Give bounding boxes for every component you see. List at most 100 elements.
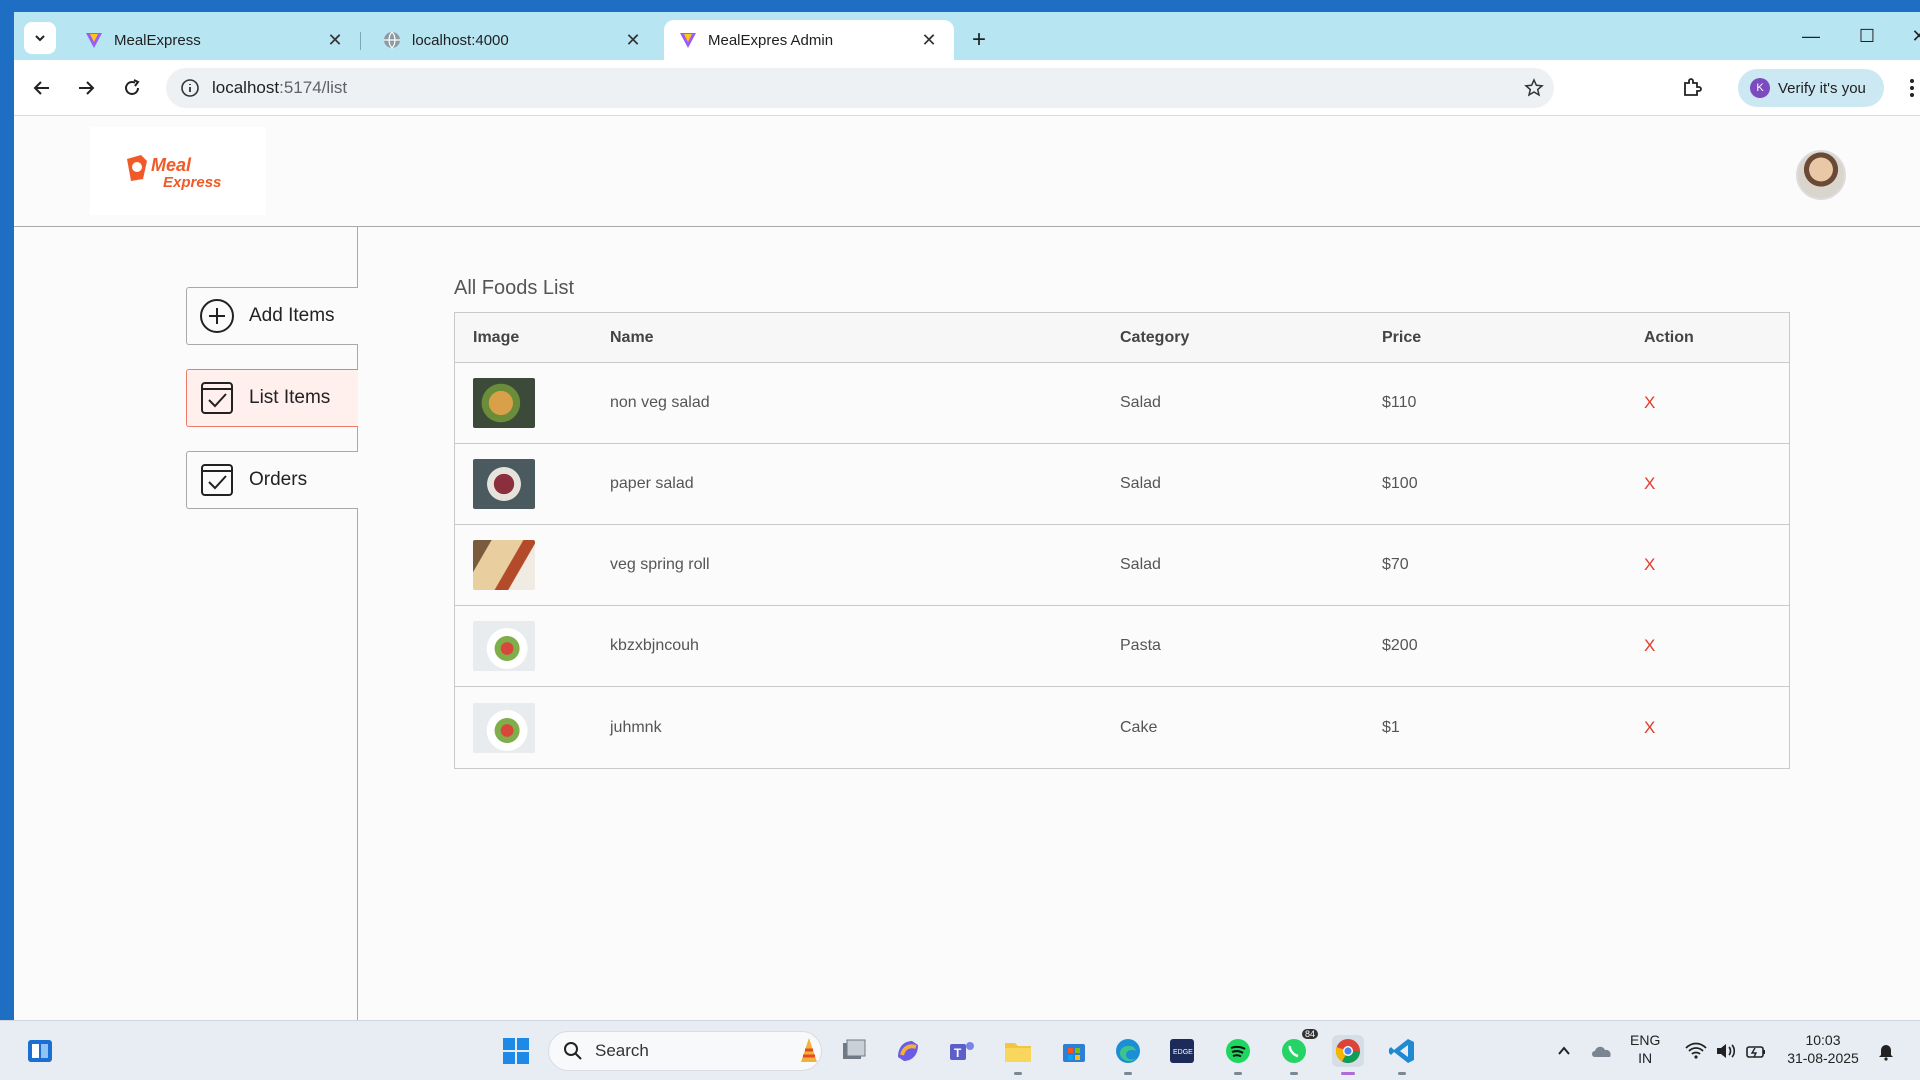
food-price: $200 — [1382, 637, 1418, 654]
stockedge-icon[interactable]: EDGE — [1166, 1035, 1198, 1067]
verify-profile-button[interactable]: K Verify it's you — [1738, 69, 1884, 107]
food-price: $110 — [1382, 394, 1417, 411]
edge-icon[interactable] — [1112, 1035, 1144, 1075]
search-highlight-icon — [801, 1038, 817, 1062]
browser-menu-button[interactable] — [1898, 74, 1920, 102]
tab-mealexpress[interactable]: MealExpress ✕ — [70, 20, 360, 60]
table-row: kbzxbjncouh Pasta $200 X — [455, 606, 1789, 687]
language-region: IN — [1638, 1050, 1653, 1066]
notification-badge: 84 — [1301, 1029, 1318, 1039]
reload-button[interactable] — [118, 74, 146, 102]
table-row: paper salad Salad $100 X — [455, 444, 1789, 525]
food-thumbnail — [473, 378, 535, 428]
logo-text-meal: Meal — [151, 155, 192, 175]
sidebar: Add Items List Items Orders — [14, 227, 358, 1020]
back-button[interactable] — [28, 74, 56, 102]
maximize-button[interactable]: ☐ — [1852, 26, 1882, 47]
wifi-icon[interactable] — [1680, 1035, 1712, 1067]
task-view-icon[interactable] — [838, 1035, 870, 1067]
address-bar[interactable]: localhost:5174/list — [166, 68, 1554, 108]
widgets-icon[interactable] — [24, 1035, 56, 1067]
profile-avatar[interactable] — [1796, 150, 1846, 200]
chrome-icon[interactable] — [1332, 1035, 1364, 1075]
close-icon[interactable]: ✕ — [324, 30, 346, 51]
chevron-down-icon — [35, 35, 45, 42]
food-price: $1 — [1382, 718, 1400, 736]
copilot-icon[interactable] — [892, 1035, 924, 1067]
arrow-right-icon — [79, 81, 95, 95]
sidebar-item-label: Add Items — [249, 305, 335, 326]
food-thumbnail — [473, 459, 535, 509]
running-indicator — [1398, 1072, 1406, 1075]
vscode-icon[interactable] — [1386, 1035, 1418, 1075]
language-indicator[interactable]: ENG IN — [1630, 1031, 1660, 1067]
spotify-icon[interactable] — [1222, 1035, 1254, 1075]
sidebar-item-orders[interactable]: Orders — [186, 451, 358, 509]
tab-strip: MealExpress ✕ localhost:4000 ✕ MealExpre… — [14, 12, 1920, 60]
volume-icon[interactable] — [1710, 1035, 1742, 1067]
chevron-up-icon[interactable] — [1548, 1035, 1580, 1067]
food-category: Cake — [1120, 718, 1158, 736]
remove-item-button[interactable]: X — [1644, 474, 1809, 494]
tab-title: MealExpress — [114, 31, 201, 49]
tab-separator — [360, 32, 361, 50]
battery-icon[interactable] — [1740, 1035, 1772, 1067]
remove-item-button[interactable]: X — [1644, 393, 1809, 413]
food-name: non veg salad — [610, 394, 710, 411]
sidebar-item-list-items[interactable]: List Items — [186, 369, 358, 427]
food-category: Salad — [1120, 394, 1161, 411]
verify-label: Verify it's you — [1778, 79, 1866, 97]
food-category: Salad — [1120, 475, 1161, 492]
tab-title: MealExpres Admin — [708, 31, 834, 49]
table-row: juhmnk Cake $1 X — [455, 687, 1789, 768]
food-category: Pasta — [1120, 637, 1161, 654]
more-vert-icon — [1910, 79, 1914, 97]
mealexpress-logo[interactable]: Meal Express — [90, 127, 266, 215]
browser-window: MealExpress ✕ localhost:4000 ✕ MealExpre… — [14, 12, 1920, 1020]
site-info-icon[interactable] — [172, 78, 208, 98]
globe-icon — [382, 30, 402, 50]
column-header-name: Name — [610, 328, 654, 346]
column-header-price: Price — [1382, 328, 1422, 346]
column-header-image: Image — [473, 328, 520, 346]
close-window-button[interactable]: ✕ — [1904, 26, 1920, 47]
remove-item-button[interactable]: X — [1644, 555, 1809, 575]
clock[interactable]: 10:03 31-08-2025 — [1786, 1031, 1860, 1067]
food-thumbnail — [473, 702, 535, 753]
tab-search-button[interactable] — [24, 22, 56, 54]
taskbar-search-input[interactable]: Search — [548, 1031, 822, 1071]
onedrive-icon[interactable] — [1586, 1035, 1618, 1067]
close-icon[interactable]: ✕ — [918, 30, 940, 51]
food-thumbnail — [473, 621, 535, 671]
extensions-button[interactable] — [1678, 74, 1706, 102]
new-tab-button[interactable]: + — [964, 28, 994, 52]
remove-item-button[interactable]: X — [1644, 718, 1809, 738]
running-indicator — [1124, 1072, 1132, 1075]
taskbar: Search T EDGE 84 ENG IN 10:03 31-08-2025 — [0, 1020, 1920, 1080]
start-icon[interactable] — [500, 1035, 532, 1067]
column-header-category: Category — [1120, 328, 1190, 346]
url-text[interactable]: localhost:5174/list — [212, 78, 1514, 98]
sidebar-item-add-items[interactable]: Add Items — [186, 287, 358, 345]
food-thumbnail — [473, 540, 535, 590]
svg-text:EDGE: EDGE — [1173, 1049, 1193, 1056]
file-explorer-icon[interactable] — [1002, 1035, 1034, 1075]
microsoft-store-icon[interactable] — [1058, 1035, 1090, 1067]
tab-localhost-4000[interactable]: localhost:4000 ✕ — [368, 20, 658, 60]
arrow-left-icon — [33, 81, 49, 95]
foods-table: Image Name Category Price Action non veg… — [454, 312, 1790, 769]
forward-button[interactable] — [72, 74, 100, 102]
url-host: localhost — [212, 78, 280, 97]
tab-mealexpres-admin[interactable]: MealExpres Admin ✕ — [664, 20, 954, 60]
notification-bell-icon[interactable] — [1870, 1035, 1902, 1067]
tab-title: localhost:4000 — [412, 31, 509, 49]
sidebar-item-label: Orders — [249, 469, 308, 490]
food-name: paper salad — [610, 475, 694, 492]
remove-item-button[interactable]: X — [1644, 636, 1809, 656]
whatsapp-icon[interactable]: 84 — [1278, 1029, 1318, 1075]
checkbox-icon — [199, 380, 235, 416]
minimize-button[interactable]: — — [1796, 26, 1826, 47]
close-icon[interactable]: ✕ — [622, 30, 644, 51]
teams-icon[interactable]: T — [946, 1035, 978, 1067]
bookmark-star-icon[interactable] — [1514, 78, 1554, 98]
